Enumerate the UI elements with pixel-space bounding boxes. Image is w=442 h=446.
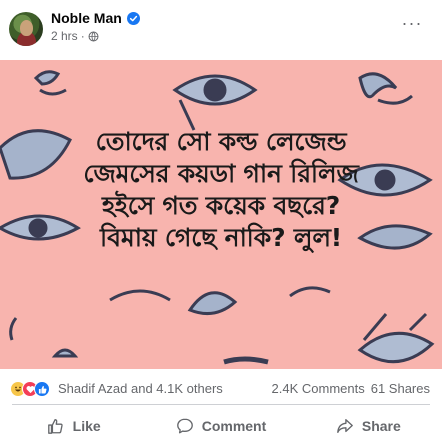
time-separator: · bbox=[80, 29, 85, 43]
like-button[interactable]: Like bbox=[0, 406, 147, 446]
image-caption: তোদের সো কল্ড লেজেন্ড জেমসের কয়ডা গান র… bbox=[0, 126, 442, 254]
comment-label: Comment bbox=[201, 418, 267, 434]
share-button[interactable]: Share bbox=[295, 406, 442, 446]
share-label: Share bbox=[361, 418, 401, 434]
author-row: Noble Man bbox=[51, 10, 140, 26]
post-meta: 2 hrs · bbox=[51, 29, 99, 43]
avatar[interactable] bbox=[9, 12, 43, 46]
comment-button[interactable]: Comment bbox=[147, 406, 294, 446]
engagement-counts: 2.4K Comments 61 Shares bbox=[272, 381, 430, 396]
post-image[interactable]: তোদের সো কল্ড লেজেন্ড জেমসের কয়ডা গান র… bbox=[0, 60, 442, 369]
verified-badge-icon bbox=[126, 11, 140, 25]
caption-line: তোদের সো কল্ড লেজেন্ড bbox=[95, 127, 347, 156]
post-time[interactable]: 2 hrs bbox=[51, 29, 78, 43]
comments-count[interactable]: 2.4K Comments bbox=[272, 381, 365, 396]
divider bbox=[12, 404, 430, 405]
post-stats: Shadif Azad and 4.1K others 2.4K Comment… bbox=[0, 369, 442, 407]
post-actions: Like Comment Share bbox=[0, 406, 442, 446]
shares-count[interactable]: 61 Shares bbox=[371, 381, 430, 396]
comment-icon bbox=[176, 418, 193, 434]
like-label: Like bbox=[72, 418, 101, 434]
like-reaction-icon bbox=[34, 381, 50, 397]
share-arrow-icon bbox=[336, 419, 353, 433]
thumbs-up-icon bbox=[47, 419, 63, 434]
author-name[interactable]: Noble Man bbox=[51, 10, 122, 26]
reaction-icons[interactable] bbox=[10, 381, 50, 397]
caption-line: জেমসের কয়ডা গান রিলিজ bbox=[83, 159, 359, 188]
post-header: Noble Man 2 hrs · ··· bbox=[0, 0, 442, 60]
more-options-icon[interactable]: ··· bbox=[400, 14, 424, 36]
caption-line: হইসে গত কয়েক বছরে? bbox=[101, 191, 341, 220]
globe-icon bbox=[88, 31, 99, 41]
caption-line: বিমায় গেছে নাকি? লুল! bbox=[100, 223, 342, 252]
reactors-text[interactable]: Shadif Azad and 4.1K others bbox=[58, 381, 223, 396]
